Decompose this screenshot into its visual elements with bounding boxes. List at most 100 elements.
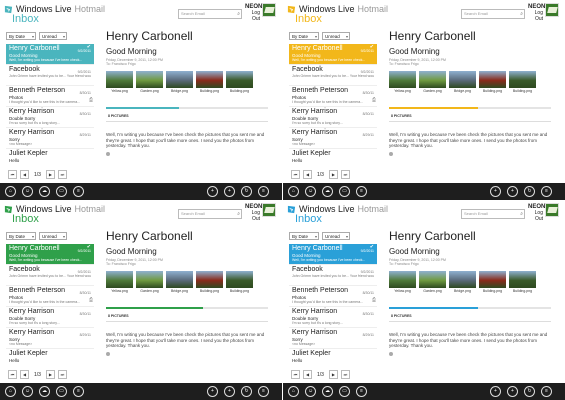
list-item[interactable]: Henry Carbonell Good Morning Well, I'm wri…	[6, 244, 94, 265]
settings-icon[interactable]: ≡	[73, 386, 84, 397]
next-page-button[interactable]: ▶	[328, 170, 338, 179]
first-page-button[interactable]: ⏮	[291, 170, 300, 179]
refresh-icon[interactable]: ↻	[524, 186, 535, 197]
last-page-button[interactable]: ⏭	[57, 170, 67, 179]
list-item[interactable]: Facebook John Grimm have invited you to b…	[289, 65, 377, 86]
sort-select[interactable]: By Date ▾	[289, 232, 319, 240]
add-folder-icon[interactable]: +	[507, 186, 518, 197]
photo-thumbnail[interactable]: Building.png	[196, 271, 223, 293]
refresh-icon[interactable]: ↻	[241, 386, 252, 397]
photo-thumbnail[interactable]: Garden.png	[136, 271, 163, 293]
search-icon[interactable]: ⌕	[520, 10, 523, 18]
search-icon[interactable]: ⌕	[237, 10, 240, 18]
list-item[interactable]: Kerry Harrison Sorry <no Message> 8/29/11	[289, 128, 377, 149]
photo-thumbnail[interactable]: Garden.png	[419, 271, 446, 293]
view-select[interactable]: Unread ▾	[322, 232, 350, 240]
cloud-icon[interactable]: ☁	[322, 186, 333, 197]
list-item[interactable]: Juliet Kepler Hello	[6, 349, 94, 370]
list-item[interactable]: Benneth Peterson Photos I thought you'd li…	[289, 286, 377, 307]
refresh-icon[interactable]: ↻	[524, 386, 535, 397]
last-page-button[interactable]: ⏭	[340, 170, 350, 179]
list-item[interactable]: Facebook John Grimm have invited you to b…	[6, 65, 94, 86]
reply-indicator[interactable]	[106, 352, 110, 356]
folder-icon[interactable]: ▭	[339, 186, 350, 197]
list-item[interactable]: Henry Carbonell Good Morning Well, I'm wri…	[6, 44, 94, 65]
view-select[interactable]: Unread ▾	[39, 32, 67, 40]
list-item[interactable]: Facebook John Grimm have invited you to b…	[6, 265, 94, 286]
view-select[interactable]: Unread ▾	[39, 232, 67, 240]
list-item[interactable]: Juliet Kepler Hello	[289, 349, 377, 370]
add-icon[interactable]: +	[490, 186, 501, 197]
last-page-button[interactable]: ⏭	[57, 370, 67, 379]
photo-thumbnail[interactable]: Building.png	[479, 71, 506, 93]
people-icon[interactable]: ☺	[305, 386, 316, 397]
list-item[interactable]: Kerry Harrison Sorry <no Message> 8/29/11	[6, 328, 94, 349]
home-icon[interactable]: ⌂	[288, 186, 299, 197]
list-item[interactable]: Kerry Harrison Sorry <no Message> 8/29/11	[289, 328, 377, 349]
list-item[interactable]: Juliet Kepler Hello	[289, 149, 377, 170]
list-item[interactable]: Kerry Harrison Double Sorry I'm so sorry b…	[6, 307, 94, 328]
list-item[interactable]: Kerry Harrison Double Sorry I'm so sorry b…	[289, 107, 377, 128]
people-icon[interactable]: ☺	[22, 186, 33, 197]
add-icon[interactable]: +	[490, 386, 501, 397]
cloud-icon[interactable]: ☁	[39, 386, 50, 397]
reply-indicator[interactable]	[389, 152, 393, 156]
photo-thumbnail[interactable]: Bridge.png	[449, 71, 476, 93]
photo-thumbnail[interactable]: Yellow.png	[389, 71, 416, 93]
photo-thumbnail[interactable]: Bridge.png	[166, 71, 193, 93]
photo-thumbnail[interactable]: Yellow.png	[106, 71, 133, 93]
search-input[interactable]: Search Email ⌕	[461, 209, 525, 219]
photo-thumbnail[interactable]: Yellow.png	[106, 271, 133, 293]
settings-icon[interactable]: ≡	[356, 186, 367, 197]
list-item[interactable]: Kerry Harrison Double Sorry I'm so sorry b…	[289, 307, 377, 328]
next-page-button[interactable]: ▶	[45, 370, 55, 379]
sort-select[interactable]: By Date ▾	[289, 32, 319, 40]
settings-icon[interactable]: ≡	[73, 186, 84, 197]
prev-page-button[interactable]: ◀	[20, 170, 29, 179]
list-item[interactable]: Benneth Peterson Photos I thought you'd li…	[289, 86, 377, 107]
cloud-icon[interactable]: ☁	[322, 386, 333, 397]
list-item[interactable]: Benneth Peterson Photos I thought you'd li…	[6, 86, 94, 107]
search-icon[interactable]: ⌕	[520, 210, 523, 218]
add-folder-icon[interactable]: +	[507, 386, 518, 397]
reply-indicator[interactable]	[389, 352, 393, 356]
sort-select[interactable]: By Date ▾	[6, 32, 36, 40]
reply-indicator[interactable]	[106, 152, 110, 156]
list-item[interactable]: Juliet Kepler Hello	[6, 149, 94, 170]
view-select[interactable]: Unread ▾	[322, 32, 350, 40]
people-icon[interactable]: ☺	[22, 386, 33, 397]
add-folder-icon[interactable]: +	[224, 186, 235, 197]
photo-thumbnail[interactable]: Garden.png	[419, 71, 446, 93]
search-input[interactable]: Search Email ⌕	[461, 9, 525, 19]
menu-icon[interactable]: ≡	[541, 186, 552, 197]
refresh-icon[interactable]: ↻	[241, 186, 252, 197]
prev-page-button[interactable]: ◀	[20, 370, 29, 379]
sort-select[interactable]: By Date ▾	[6, 232, 36, 240]
menu-icon[interactable]: ≡	[258, 386, 269, 397]
logout-link[interactable]: Log Out	[245, 10, 260, 22]
prev-page-button[interactable]: ◀	[303, 370, 312, 379]
photo-thumbnail[interactable]: Building.png	[509, 71, 536, 93]
menu-icon[interactable]: ≡	[541, 386, 552, 397]
first-page-button[interactable]: ⏮	[8, 170, 17, 179]
logout-link[interactable]: Log Out	[528, 210, 543, 222]
photo-thumbnail[interactable]: Building.png	[226, 71, 253, 93]
avatar[interactable]	[545, 3, 559, 17]
photo-thumbnail[interactable]: Bridge.png	[449, 271, 476, 293]
next-page-button[interactable]: ▶	[328, 370, 338, 379]
photo-thumbnail[interactable]: Building.png	[196, 71, 223, 93]
list-item[interactable]: Facebook John Grimm have invited you to b…	[289, 265, 377, 286]
home-icon[interactable]: ⌂	[5, 186, 16, 197]
first-page-button[interactable]: ⏮	[291, 370, 300, 379]
add-folder-icon[interactable]: +	[224, 386, 235, 397]
photo-thumbnail[interactable]: Bridge.png	[166, 271, 193, 293]
cloud-icon[interactable]: ☁	[39, 186, 50, 197]
people-icon[interactable]: ☺	[305, 186, 316, 197]
next-page-button[interactable]: ▶	[45, 170, 55, 179]
search-input[interactable]: Search Email ⌕	[178, 209, 242, 219]
prev-page-button[interactable]: ◀	[303, 170, 312, 179]
search-icon[interactable]: ⌕	[237, 210, 240, 218]
home-icon[interactable]: ⌂	[288, 386, 299, 397]
folder-icon[interactable]: ▭	[339, 386, 350, 397]
avatar[interactable]	[262, 3, 276, 17]
